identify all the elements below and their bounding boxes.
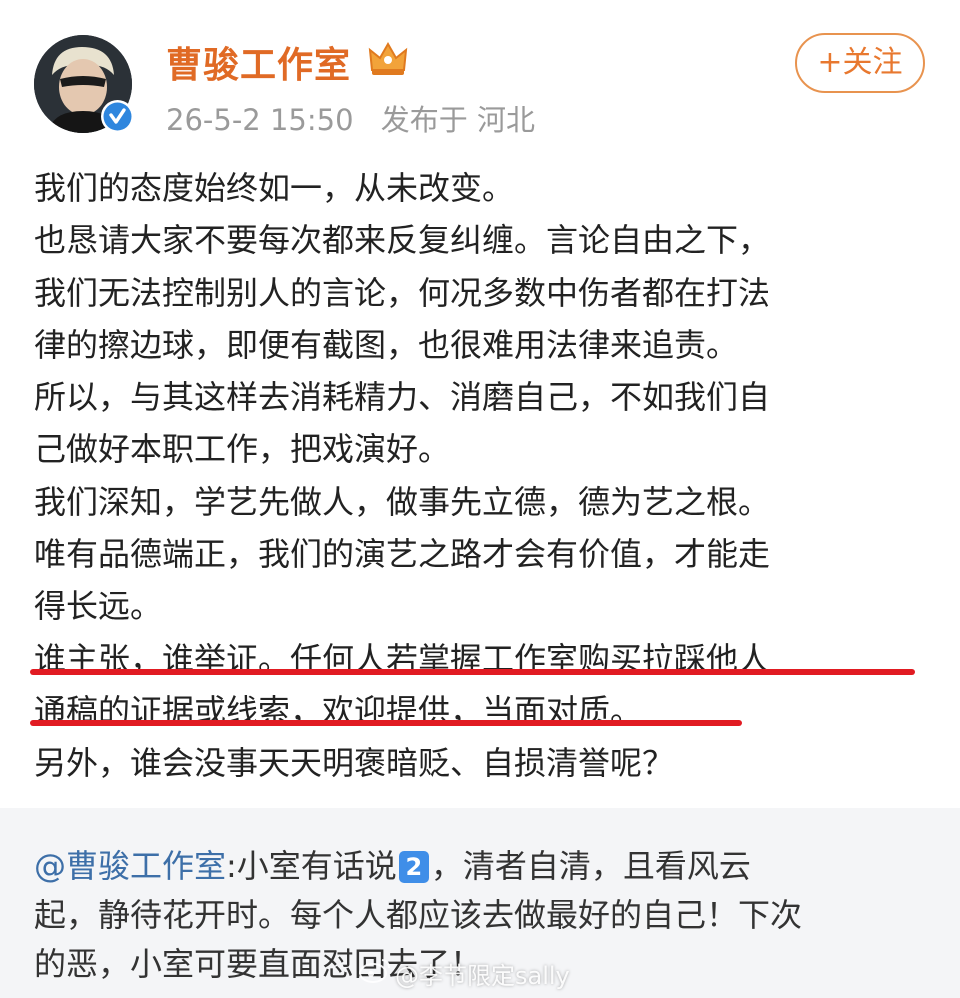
red-underline-2 xyxy=(30,720,742,726)
post-meta: 26-5-2 15:50 发布于 河北 xyxy=(166,97,553,139)
username[interactable]: 曹骏工作室 xyxy=(166,36,351,88)
post-location: 发布于 河北 xyxy=(380,103,535,137)
repost-mention[interactable]: @曹骏工作室 xyxy=(34,847,226,885)
post-line: 所以，与其这样去消耗精力、消磨自己，不如我们自 xyxy=(34,378,771,417)
crown-icon xyxy=(368,41,408,75)
post-header: 曹骏工作室 26-5-2 15:50 发布于 河北 +关注 xyxy=(0,0,960,150)
post-timestamp: 26-5-2 15:50 xyxy=(166,103,354,137)
repost-topic: :小室有话说 xyxy=(226,847,397,885)
post-line: 另外，谁会没事天天明褒暗贬、自损清誉呢？ xyxy=(34,744,675,783)
post-line: 律的擦边球，即便有截图，也很难用法律来追责。 xyxy=(34,325,739,364)
post-line: 我们深知，学艺先做人，做事先立德，德为艺之根。 xyxy=(34,482,771,521)
post-line-highlighted: 谁主张，谁举证。任何人若掌握工作室购买拉踩他人 xyxy=(34,639,771,678)
number-badge-icon: 2 xyxy=(398,851,429,883)
post-line-highlighted: 通稿的证据或线索，欢迎提供，当面对质。 xyxy=(34,691,643,730)
post-body: 我们的态度始终如一，从未改变。 也恳请大家不要每次都来反复纠缠。言论自由之下， … xyxy=(34,162,934,790)
repost-text-part: ，清者自清，且看风云 xyxy=(430,847,751,885)
verified-badge-icon xyxy=(101,100,134,133)
post-line: 我们的态度始终如一，从未改变。 xyxy=(34,169,515,207)
watermark: @李节限定sally xyxy=(395,962,570,990)
follow-button[interactable]: +关注 xyxy=(795,33,925,93)
post-line: 唯有品德端正，我们的演艺之路才会有价值，才能走 xyxy=(34,535,771,574)
red-underline-1 xyxy=(30,669,915,675)
post-line: 己做好本职工作，把戏演好。 xyxy=(34,430,451,469)
repost-line: 起，静待花开时。每个人都应该去做最好的自己！下次 xyxy=(34,896,803,934)
post-line: 也恳请大家不要每次都来反复纠缠。言论自由之下， xyxy=(34,221,771,260)
post-line: 得长远。 xyxy=(34,587,163,626)
post-line: 我们无法控制别人的言论，何况多数中伤者都在打法 xyxy=(34,273,771,312)
weibo-logo-icon xyxy=(359,959,390,983)
